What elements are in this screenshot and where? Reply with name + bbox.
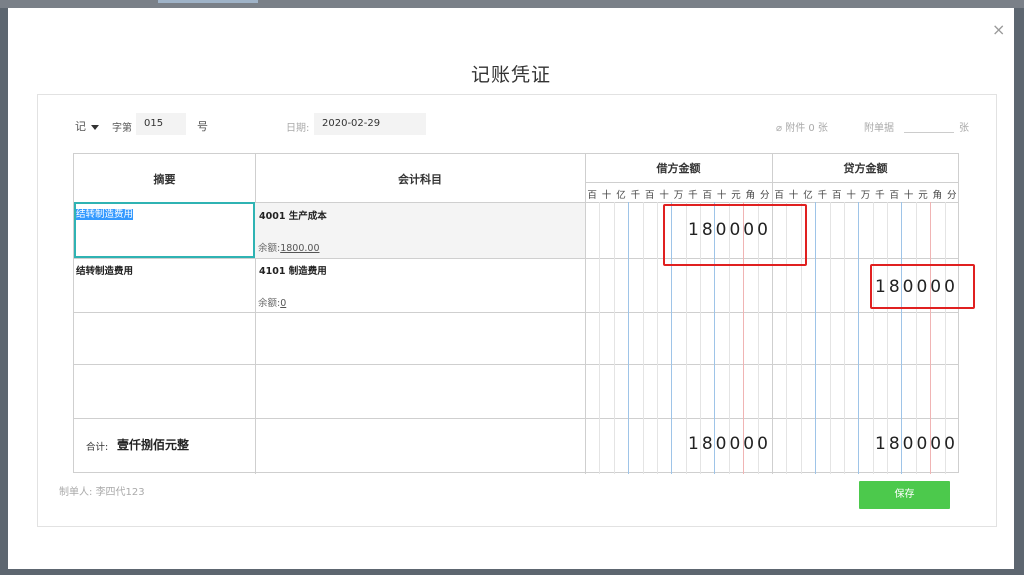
credit-digit-unit-0: 百 xyxy=(774,190,784,201)
word-label: 字第 xyxy=(112,123,132,134)
credit-digit-unit-9: 十 xyxy=(903,190,914,201)
digit-divider xyxy=(829,202,831,474)
total-credit-amount: 180000 xyxy=(875,434,958,454)
digit-divider xyxy=(843,202,845,474)
chevron-down-icon xyxy=(91,124,99,130)
total-label: 合计: xyxy=(86,442,109,453)
digit-divider xyxy=(642,202,644,474)
debit-digit-unit-5: 十 xyxy=(659,190,669,201)
debit-digit-unit-1: 十 xyxy=(601,190,612,201)
credit-digit-unit-7: 千 xyxy=(875,190,885,201)
debit-digit-unit-0: 百 xyxy=(587,190,597,201)
save-button[interactable]: 保存 xyxy=(859,481,950,509)
debit-digit-unit-11: 角 xyxy=(745,190,756,201)
digit-divider xyxy=(872,202,874,474)
dialog-title: 记账凭证 xyxy=(470,64,551,86)
column-header-summary: 摘要 xyxy=(153,173,176,186)
credit-digit-unit-12: 分 xyxy=(947,190,957,201)
voucher-dialog: × 记账凭证 记 字第 015 号 日期: 2020-02-29 ⌀ 附件 0 … xyxy=(8,8,1014,569)
credit-digit-unit-3: 千 xyxy=(817,190,828,201)
bill-unit: 张 xyxy=(959,123,969,134)
credit-digit-unit-4: 百 xyxy=(831,190,842,201)
credit-digit-unit-10: 元 xyxy=(918,190,928,201)
row1-summary-text: 结转制造费用 xyxy=(76,209,134,220)
digit-divider xyxy=(628,202,630,474)
date-input[interactable]: 2020-02-29 xyxy=(314,113,426,135)
row2-balance: 余额:0 xyxy=(258,298,287,309)
total-in-words: 壹仟捌佰元整 xyxy=(117,438,190,452)
digit-divider xyxy=(815,202,817,474)
debit-digit-unit-2: 亿 xyxy=(616,190,626,201)
paperclip-icon: ⌀ xyxy=(776,123,786,134)
voucher-word-select[interactable]: 记 xyxy=(75,118,99,134)
debit-digit-unit-9: 十 xyxy=(716,190,727,201)
attachment-link[interactable]: ⌀ 附件 0 张 xyxy=(776,119,828,134)
credit-digit-unit-6: 万 xyxy=(860,190,871,201)
background-strip xyxy=(0,0,1024,8)
credit-highlight-box xyxy=(870,264,975,309)
row1-balance: 余额:1800.00 xyxy=(258,243,320,254)
column-header-debit: 借方金额 xyxy=(656,162,701,175)
digit-divider xyxy=(599,202,601,474)
debit-digit-unit-6: 万 xyxy=(673,190,684,201)
number-suffix: 号 xyxy=(197,120,208,133)
debit-digit-unit-3: 千 xyxy=(630,190,641,201)
digit-divider xyxy=(613,202,615,474)
bill-label: 附单据 xyxy=(864,123,894,134)
total-debit-amount: 180000 xyxy=(688,434,771,454)
maker-info: 制单人: 李四代123 xyxy=(59,487,145,498)
column-header-credit: 贷方金额 xyxy=(843,162,888,175)
row2-summary-text[interactable]: 结转制造费用 xyxy=(76,263,133,277)
attachment-label: 附件 0 张 xyxy=(785,123,828,134)
voucher-table: 摘要 会计科目 借方金额 贷方金额 百十亿千百十万千百十元角分百十亿千百十万千百… xyxy=(73,153,975,474)
digit-divider xyxy=(858,202,860,474)
credit-digit-unit-11: 角 xyxy=(932,190,943,201)
close-icon[interactable]: × xyxy=(992,22,1005,38)
column-header-account: 会计科目 xyxy=(398,173,442,186)
voucher-word-value: 记 xyxy=(75,120,86,133)
credit-digit-unit-1: 十 xyxy=(788,190,799,201)
digit-divider xyxy=(656,202,658,474)
credit-digit-unit-2: 亿 xyxy=(803,190,813,201)
row1-account-text: 4001 生产成本 xyxy=(259,211,327,222)
date-label: 日期: xyxy=(286,123,310,134)
debit-digit-unit-4: 百 xyxy=(644,190,655,201)
debit-highlight-box xyxy=(663,204,807,266)
row2-account-text[interactable]: 4101 制造费用 xyxy=(259,263,327,277)
debit-digit-unit-7: 千 xyxy=(688,190,698,201)
credit-digit-unit-8: 百 xyxy=(889,190,900,201)
bill-count-input[interactable] xyxy=(904,120,954,133)
debit-digit-unit-12: 分 xyxy=(760,190,770,201)
credit-digit-unit-5: 十 xyxy=(846,190,856,201)
debit-digit-unit-10: 元 xyxy=(731,190,741,201)
voucher-number-input[interactable]: 015 xyxy=(136,113,186,135)
background-tab-highlight xyxy=(158,0,258,3)
debit-digit-unit-8: 百 xyxy=(702,190,713,201)
